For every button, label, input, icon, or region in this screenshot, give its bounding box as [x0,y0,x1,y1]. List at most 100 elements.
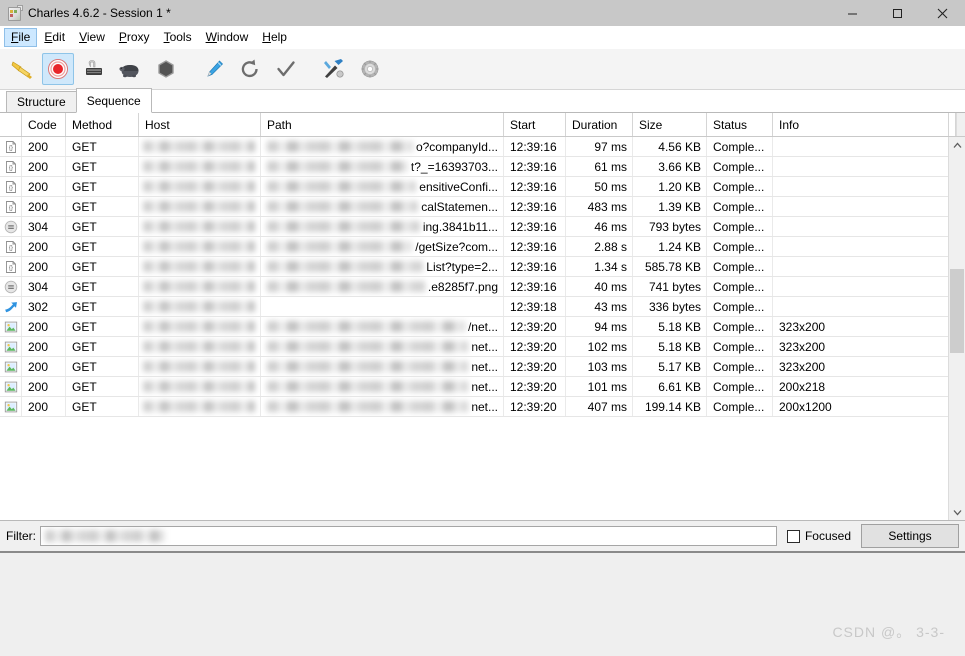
maximize-button[interactable] [875,0,920,26]
cell-status: Comple... [707,337,773,356]
masked-host-text [143,281,255,292]
menu-file[interactable]: File [4,27,38,47]
tab-sequence[interactable]: Sequence [75,88,152,113]
masked-host-text [143,301,255,312]
path-tail-text: net... [471,399,498,414]
tools-wrench-icon[interactable] [318,53,350,85]
scroll-down-arrow-icon[interactable] [949,504,965,520]
cell-path: net... [261,377,504,396]
table-row[interactable]: {} 200 GET calStatemen... 12:39:16 483 ms 1.39… [0,197,948,217]
menu-window[interactable]: Window [199,28,256,47]
cell-start: 12:39:16 [504,137,566,156]
image-thumb-icon [0,317,22,336]
table-header-code[interactable]: Code [22,113,66,136]
cell-info: 323x200 [773,357,948,376]
table-header-status[interactable]: Status [707,113,773,136]
menu-tools[interactable]: Tools [157,28,199,47]
masked-path-text [267,201,419,212]
cell-path: net... [261,357,504,376]
table-row[interactable]: {} 200 GET t?_=16393703... 12:39:16 61 ms 3.66… [0,157,948,177]
no-caching-hexagon-icon[interactable] [150,53,182,85]
vertical-scrollbar[interactable] [948,137,965,520]
cell-info [773,237,948,256]
masked-host-text [143,341,255,352]
table-row[interactable]: 200 GET net... 12:39:20 407 ms 199.14 KB Compl… [0,397,948,417]
table-header-duration[interactable]: Duration [566,113,633,136]
filter-input[interactable] [40,526,777,546]
cell-path: /net... [261,317,504,336]
table-header-method[interactable]: Method [66,113,139,136]
menu-bar: File Edit View Proxy Tools Window Help [0,26,965,49]
path-tail-text: net... [471,359,498,374]
cell-method: GET [66,277,139,296]
start-stop-recording-icon[interactable] [42,53,74,85]
cell-status: Comple... [707,257,773,276]
table-header-size[interactable]: Size [633,113,707,136]
cell-size: 4.56 KB [633,137,707,156]
cell-code: 304 [22,277,66,296]
detail-pane-empty: CSDN @。 3-3- [0,553,965,656]
table-row[interactable]: 200 GET net... 12:39:20 102 ms 5.18 KB Comple.… [0,337,948,357]
cell-status: Comple... [707,237,773,256]
breakpoints-anvil-icon[interactable] [78,53,110,85]
cell-status: Comple... [707,277,773,296]
cell-path: /getSize?com... [261,237,504,256]
menu-edit[interactable]: Edit [37,28,72,47]
masked-host-text [143,201,255,212]
table-row[interactable]: {} 200 GET o?companyId... 12:39:16 97 ms 4.56 … [0,137,948,157]
table-header-icon[interactable] [0,113,22,136]
cell-size: 1.39 KB [633,197,707,216]
masked-host-text [143,161,255,172]
menu-view[interactable]: View [72,28,112,47]
cell-method: GET [66,397,139,416]
cell-size: 336 bytes [633,297,707,316]
masked-path-text [267,181,417,192]
json-doc-icon: {} [0,197,22,216]
table-row[interactable]: {} 200 GET List?type=2... 12:39:16 1.34 s 585.… [0,257,948,277]
repeat-refresh-icon[interactable] [234,53,266,85]
compose-pen-icon[interactable] [198,53,230,85]
table-header-host[interactable]: Host [139,113,261,136]
throttle-turtle-icon[interactable] [114,53,146,85]
table-row[interactable]: 304 GET ing.3841b11... 12:39:16 46 ms 793 byt… [0,217,948,237]
table-header-start[interactable]: Start [504,113,566,136]
menu-proxy[interactable]: Proxy [112,28,157,47]
cell-size: 199.14 KB [633,397,707,416]
cell-start: 12:39:16 [504,157,566,176]
cell-method: GET [66,217,139,236]
scroll-up-arrow-icon[interactable] [949,137,965,153]
menu-help[interactable]: Help [255,28,294,47]
cell-start: 12:39:16 [504,257,566,276]
focused-checkbox-group[interactable]: Focused [786,529,851,543]
menu-edit-rest: dit [52,29,66,44]
minimize-button[interactable] [830,0,875,26]
window-controls [830,0,965,26]
masked-path-text [267,401,469,412]
table-row[interactable]: 302 GET 12:39:18 43 ms 336 bytes Comple... [0,297,948,317]
validate-check-icon[interactable] [270,53,302,85]
table-row[interactable]: {} 200 GET ensitiveConfi... 12:39:16 50 ms 1.2… [0,177,948,197]
table-header-info[interactable]: Info [773,113,949,136]
scroll-track[interactable] [949,153,965,504]
cell-host-masked [139,297,261,316]
table-row[interactable]: 304 GET .e8285f7.png 12:39:16 40 ms 741 bytes… [0,277,948,297]
table-row[interactable]: {} 200 GET/getSize?com... 12:39:16 2.88 s 1.2… [0,237,948,257]
table-header-path[interactable]: Path [261,113,504,136]
scroll-thumb[interactable] [950,268,964,354]
settings-gear-icon[interactable] [354,53,386,85]
settings-button[interactable]: Settings [861,524,959,548]
cell-code: 302 [22,297,66,316]
cell-code: 200 [22,177,66,196]
table-row[interactable]: 200 GET net... 12:39:20 103 ms 5.17 KB Comple.… [0,357,948,377]
masked-host-text [143,381,255,392]
cell-size: 1.20 KB [633,177,707,196]
tab-structure[interactable]: Structure [6,91,77,113]
cell-method: GET [66,317,139,336]
cell-start: 12:39:16 [504,197,566,216]
table-row[interactable]: 200 GET net... 12:39:20 101 ms 6.61 KB Comple.… [0,377,948,397]
table-row[interactable]: 200 GET/net... 12:39:20 94 ms 5.18 KB Comple.… [0,317,948,337]
clear-session-broom-icon[interactable] [6,53,38,85]
close-button[interactable] [920,0,965,26]
cell-path: t?_=16393703... [261,157,504,176]
focused-checkbox[interactable] [786,529,800,543]
